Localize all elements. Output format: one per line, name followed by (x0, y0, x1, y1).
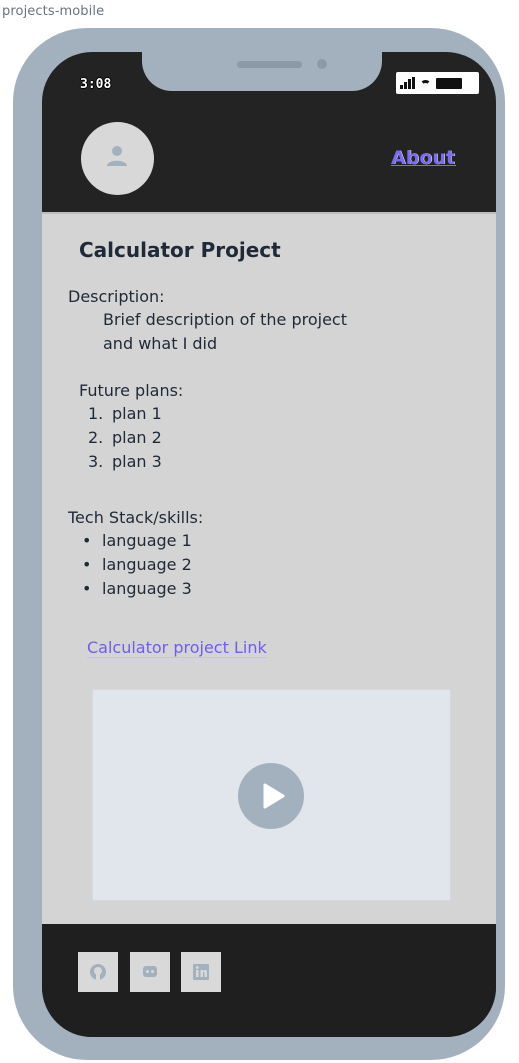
phone-notch (142, 50, 382, 91)
description-label: Description: (68, 287, 165, 306)
project-link[interactable]: Calculator project Link (87, 638, 267, 658)
tech-stack-label: Tech Stack/skills: (68, 508, 204, 527)
language-item: language 2 (102, 555, 192, 574)
status-icons (396, 72, 479, 94)
language-item: language 3 (102, 579, 192, 598)
description-text: and what I did (103, 334, 218, 353)
linkedin-icon (193, 964, 209, 980)
battery-icon (436, 77, 462, 89)
speaker-grille (237, 61, 302, 68)
signal-icon (400, 77, 415, 89)
project-content: Calculator Project Description: Brief de… (42, 212, 496, 926)
about-link[interactable]: About (391, 147, 455, 169)
avatar[interactable] (81, 122, 154, 195)
frame-label: projects-mobile (2, 4, 105, 19)
wifi-icon (420, 79, 431, 91)
discord-button[interactable] (130, 952, 170, 992)
discord-icon (143, 966, 157, 977)
play-button[interactable] (238, 763, 304, 829)
footer (42, 924, 496, 1037)
bullet: • (82, 555, 92, 574)
plan-number: 3. (88, 452, 104, 471)
github-icon (90, 964, 106, 980)
plan-number: 1. (88, 404, 104, 423)
front-camera (317, 59, 327, 69)
bullet: • (82, 531, 92, 550)
video-player[interactable] (92, 689, 451, 901)
linkedin-button[interactable] (181, 952, 221, 992)
user-icon (107, 146, 127, 166)
language-item: language 1 (102, 531, 192, 550)
status-time: 3:08 (80, 77, 112, 92)
project-title: Calculator Project (79, 238, 281, 262)
plan-item: plan 1 (112, 404, 162, 423)
description-text: Brief description of the project (103, 310, 347, 329)
future-plans-label: Future plans: (79, 381, 184, 400)
plan-item: plan 3 (112, 452, 162, 471)
github-button[interactable] (78, 952, 118, 992)
play-icon (263, 783, 285, 809)
plan-number: 2. (88, 428, 104, 447)
bullet: • (82, 579, 92, 598)
plan-item: plan 2 (112, 428, 162, 447)
